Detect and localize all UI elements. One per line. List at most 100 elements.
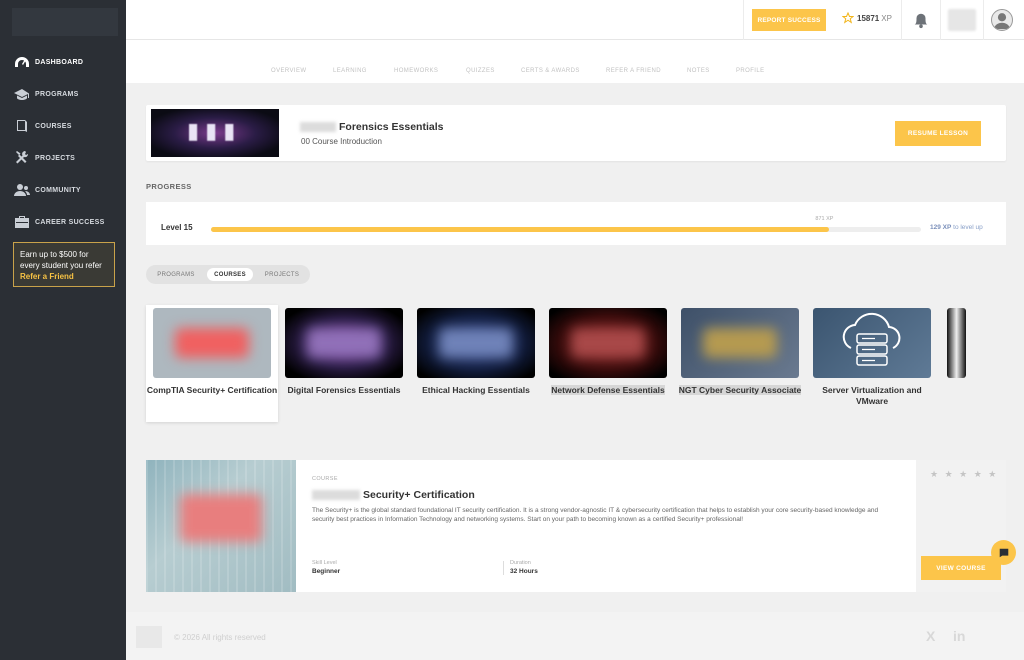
course-card[interactable]: CompTIA Security+ Certification	[146, 305, 278, 422]
notification-icon[interactable]	[912, 11, 930, 29]
lesson-title-text: Forensics Essentials	[339, 121, 444, 133]
xp-progress-bar	[211, 227, 921, 232]
tab-certs-awards[interactable]: CERTS & AWARDS	[521, 68, 580, 74]
duration-label: Duration	[510, 560, 531, 566]
tab-homeworks[interactable]: HOMEWORKS	[394, 68, 438, 74]
star-icon	[842, 12, 854, 24]
xp-progress-fill	[211, 227, 830, 232]
sidebar-item-label: CAREER SUCCESS	[35, 218, 105, 226]
divider	[901, 0, 902, 40]
redacted-text	[300, 122, 336, 133]
refer-banner[interactable]: Earn up to $500 for every student you re…	[13, 242, 115, 287]
sidebar-item-courses[interactable]: COURSES	[0, 110, 126, 142]
thumbnail-graphic	[571, 328, 645, 358]
user-name-chip[interactable]	[948, 9, 976, 31]
tools-icon	[16, 151, 29, 164]
course-thumbnail	[549, 308, 667, 378]
lesson-thumbnail[interactable]: ▮▮▮	[151, 109, 279, 157]
skill-level-value: Beginner	[312, 568, 341, 575]
view-course-button[interactable]: VIEW COURSE	[921, 556, 1001, 580]
refer-link[interactable]: Refer a Friend	[20, 272, 74, 281]
resume-lesson-button[interactable]: RESUME LESSON	[895, 121, 981, 146]
divider	[503, 561, 504, 575]
tab-projects[interactable]: PROJECTS	[258, 268, 306, 281]
xp-counter[interactable]: 15871 XP	[842, 12, 892, 24]
course-card[interactable]: Digital Forensics Essentials	[278, 305, 410, 422]
course-description: The Security+ is the global standard fou…	[312, 507, 879, 523]
course-detail-title-text: Security+ Certification	[363, 489, 475, 501]
lesson-title: Forensics Essentials	[300, 121, 443, 133]
graduation-cap-icon	[14, 89, 29, 100]
logo[interactable]	[12, 8, 118, 36]
sidebar-item-programs[interactable]: PROGRAMS	[0, 78, 126, 110]
course-thumbnail	[153, 308, 271, 378]
rating-stars: ★ ★ ★ ★ ★	[930, 469, 999, 479]
x-icon[interactable]: X	[926, 628, 935, 644]
tab-courses[interactable]: COURSES	[207, 268, 253, 281]
course-name-text: Network Defense Essentials	[551, 385, 665, 395]
lesson-subtitle: 00 Course Introduction	[301, 137, 382, 146]
tab-profile[interactable]: PROFILE	[736, 68, 764, 74]
tab-learning[interactable]: LEARNING	[333, 68, 367, 74]
xp-to-level-value: 129 XP	[930, 224, 952, 231]
sidebar-nav: DASHBOARD PROGRAMS COURSES PROJECTS COMM…	[0, 46, 126, 238]
chat-icon[interactable]	[991, 540, 1016, 565]
course-thumbnail	[681, 308, 799, 378]
course-detail-image	[146, 460, 296, 592]
course-thumbnail	[417, 308, 535, 378]
course-name: Server Virtualization and VMware	[822, 385, 922, 406]
sidebar-item-dashboard[interactable]: DASHBOARD	[0, 46, 126, 78]
thumbnail-graphic	[307, 328, 381, 358]
course-card[interactable]: NGT Cyber Security Associate	[674, 305, 806, 422]
progress-card: Level 15 871 XP 129 XP to level up	[146, 202, 1006, 245]
course-name: CompTIA Security+ Certification	[146, 385, 278, 395]
avatar[interactable]	[991, 9, 1013, 31]
sidebar-item-projects[interactable]: PROJECTS	[0, 142, 126, 174]
tab-refer-a-friend[interactable]: REFER A FRIEND	[606, 68, 661, 74]
thumbnail-graphic: ▮▮▮	[187, 119, 242, 144]
sidebar-item-label: PROJECTS	[35, 154, 76, 162]
cloud-server-icon	[842, 312, 901, 366]
course-detail-title: Security+ Certification	[312, 489, 475, 501]
image-graphic	[180, 494, 262, 542]
xp-unit: XP	[881, 13, 892, 23]
linkedin-icon[interactable]: in	[953, 628, 965, 644]
sidebar: DASHBOARD PROGRAMS COURSES PROJECTS COMM…	[0, 0, 126, 660]
sidebar-item-community[interactable]: COMMUNITY	[0, 174, 126, 206]
course-tag: COURSE	[312, 476, 338, 482]
course-name: Ethical Hacking Essentials	[422, 385, 530, 395]
course-name: Digital Forensics Essentials	[287, 385, 401, 395]
report-success-button[interactable]: REPORT SUCCESS	[752, 9, 826, 31]
course-card[interactable]: Network Defense Essentials	[542, 305, 674, 422]
progress-heading: PROGRESS	[146, 182, 192, 191]
sidebar-item-career-success[interactable]: CAREER SUCCESS	[0, 206, 126, 238]
tab-quizzes[interactable]: QUIZZES	[466, 68, 495, 74]
users-icon	[14, 184, 30, 196]
refer-text: Earn up to $500 for every student you re…	[20, 250, 102, 270]
xp-value: 15871	[857, 13, 880, 23]
book-icon	[17, 120, 27, 132]
course-card-partial[interactable]	[947, 308, 966, 378]
copyright-text: © 2026 All rights reserved	[174, 633, 266, 642]
course-thumbnail	[813, 308, 931, 378]
course-name: Network Defense Essentials	[542, 385, 674, 396]
xp-to-level: 129 XP to level up	[930, 224, 983, 231]
xp-progress-value: 871 XP	[815, 216, 834, 222]
gauge-icon	[15, 57, 29, 67]
thumbnail-graphic	[175, 328, 249, 358]
course-card[interactable]: Ethical Hacking Essentials	[410, 305, 542, 422]
sidebar-item-label: COURSES	[35, 122, 72, 130]
sidebar-item-label: PROGRAMS	[35, 90, 79, 98]
footer: © 2026 All rights reserved X in	[126, 612, 1024, 660]
briefcase-icon	[15, 216, 29, 228]
redacted-text	[312, 490, 360, 501]
course-thumbnail	[285, 308, 403, 378]
duration-value: 32 Hours	[510, 568, 538, 575]
course-card[interactable]: Server Virtualization and VMware	[806, 305, 938, 422]
tab-overview[interactable]: OVERVIEW	[271, 68, 306, 74]
sidebar-item-label: COMMUNITY	[35, 186, 81, 194]
tab-notes[interactable]: NOTES	[687, 68, 710, 74]
divider	[983, 0, 984, 40]
thumbnail-graphic	[703, 328, 777, 358]
tab-programs[interactable]: PROGRAMS	[150, 268, 202, 281]
